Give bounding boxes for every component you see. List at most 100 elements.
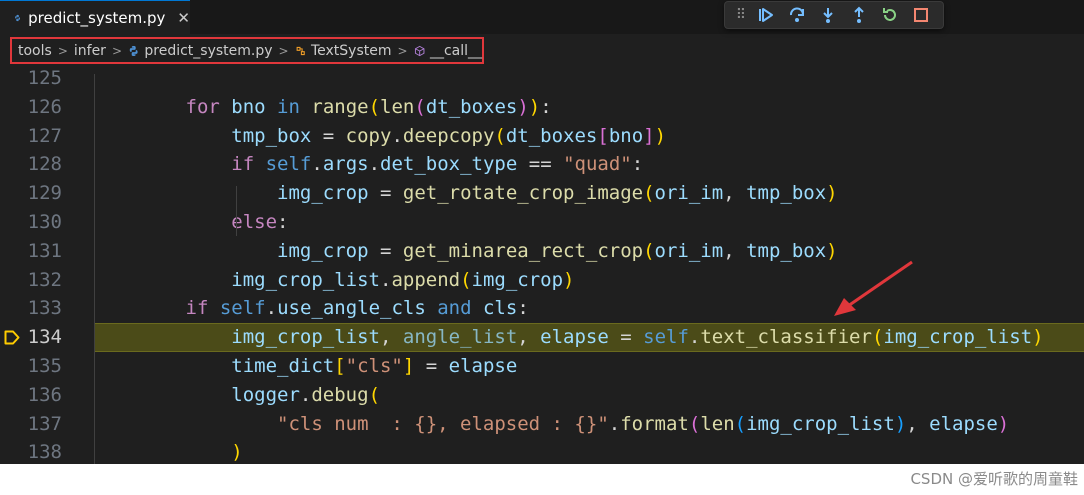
code-line[interactable]: 126 for bno in range(len(dt_boxes)):: [0, 93, 1084, 122]
chevron-right-icon: >: [278, 43, 289, 58]
breadcrumb-item-file[interactable]: predict_system.py: [144, 43, 272, 59]
code-token: ,: [723, 239, 747, 262]
code-token: angle_list: [402, 326, 518, 349]
code-token: dt_boxes: [425, 95, 518, 118]
step-out-button[interactable]: [846, 3, 871, 27]
code-token: .: [688, 326, 701, 349]
code-token: len: [380, 95, 415, 118]
code-token: and: [437, 297, 483, 320]
code-token: ==: [528, 153, 564, 176]
code-token: ,: [906, 412, 930, 435]
code-token: tmp_box: [746, 182, 827, 205]
code-token: =: [379, 182, 403, 205]
step-over-button[interactable]: [784, 3, 809, 27]
line-number: 125: [27, 67, 62, 89]
code-token: for: [94, 95, 232, 118]
code-text: ): [94, 438, 242, 467]
footer-strip: CSDN @爱听歌的周童鞋: [0, 464, 1084, 495]
code-token: deepcopy: [402, 124, 495, 147]
code-token: .: [265, 297, 278, 320]
code-token: append: [391, 268, 461, 291]
code-token: get_minarea_rect_crop: [402, 239, 644, 262]
breadcrumb-item-method[interactable]: __call__: [430, 43, 482, 59]
code-token: .: [391, 124, 403, 147]
code-token: ,: [517, 326, 541, 349]
code-editor[interactable]: 125 126 for bno in range(len(dt_boxes)): 1…: [0, 64, 1084, 464]
restart-icon: [882, 8, 896, 21]
line-number: 135: [27, 355, 62, 377]
code-token: "cls num : {}, elapsed : {}": [94, 412, 609, 435]
code-line[interactable]: 137 "cls num : {}, elapsed : {}".format(…: [0, 410, 1084, 439]
code-token: elapse: [540, 326, 621, 349]
breadcrumb-item-infer[interactable]: infer: [74, 43, 106, 59]
code-token: if: [94, 153, 266, 176]
code-token: dt_boxes: [505, 124, 598, 147]
line-number: 126: [27, 95, 62, 118]
code-token: img_crop_list: [94, 268, 380, 291]
code-line[interactable]: 128 if self.args.det_box_type == "quad":: [0, 150, 1084, 179]
code-token: (: [871, 326, 884, 349]
breadcrumb-item-class[interactable]: TextSystem: [311, 43, 392, 59]
code-token: img_crop: [471, 268, 564, 291]
code-line[interactable]: 136 logger.debug(: [0, 381, 1084, 410]
code-token: .: [368, 153, 381, 176]
code-text: img_crop_list, angle_list, elapse = self…: [94, 323, 1043, 352]
debug-paused-arrow-icon[interactable]: [4, 330, 20, 345]
tab-label: predict_system.py: [28, 8, 166, 27]
breadcrumb-item-tools[interactable]: tools: [18, 43, 52, 59]
code-token: (: [688, 412, 701, 435]
code-token: (: [734, 412, 747, 435]
close-icon[interactable]: ✕: [177, 9, 190, 27]
code-token: ): [826, 182, 838, 205]
continue-icon: [758, 8, 773, 22]
code-line[interactable]: 132 img_crop_list.append(img_crop): [0, 266, 1084, 295]
code-token: (: [368, 95, 381, 118]
code-line[interactable]: 129 img_crop = get_rotate_crop_image(ori…: [0, 179, 1084, 208]
line-number: 138: [27, 441, 62, 464]
code-text: img_crop = get_minarea_rect_crop(ori_im,…: [94, 237, 838, 266]
code-token: ,: [723, 182, 747, 205]
code-token: "cls": [345, 355, 403, 377]
code-token: =: [620, 326, 644, 349]
code-line[interactable]: 135 time_dict["cls"] = elapse: [0, 352, 1084, 381]
step-into-button[interactable]: [815, 3, 840, 27]
code-token: ): [528, 95, 541, 118]
code-token: (: [460, 268, 472, 291]
step-into-icon: [822, 8, 833, 23]
drag-handle-icon[interactable]: ⠿: [733, 7, 747, 23]
step-out-icon: [853, 6, 864, 23]
code-line[interactable]: 138 ): [0, 438, 1084, 467]
chevron-right-icon: >: [57, 43, 68, 58]
code-token: get_rotate_crop_image: [402, 182, 644, 205]
code-token: img_crop_list: [883, 326, 1033, 349]
code-token: in: [277, 95, 312, 118]
code-line[interactable]: 125: [0, 64, 1084, 93]
vscode-window: predict_system.py ✕ ⠿ tools > infer > pr…: [0, 0, 1084, 495]
stop-button[interactable]: [908, 3, 933, 27]
watermark: CSDN @爱听歌的周童鞋: [910, 470, 1078, 488]
code-token: =: [379, 239, 403, 262]
continue-button[interactable]: [753, 3, 778, 27]
line-number: 134: [27, 326, 62, 349]
code-token: :: [631, 153, 644, 176]
code-token: img_crop_list: [746, 412, 895, 435]
code-line[interactable]: 133 if self.use_angle_cls and cls:: [0, 294, 1084, 323]
code-token: ori_im: [654, 239, 724, 262]
code-token: (: [368, 383, 381, 406]
code-line[interactable]: 130 else:: [0, 208, 1084, 237]
restart-button[interactable]: [877, 3, 902, 27]
tab-predict-system[interactable]: predict_system.py ✕: [0, 0, 190, 34]
code-line[interactable]: 134 img_crop_list, angle_list, elapse = …: [0, 323, 1084, 352]
line-number: 131: [27, 239, 62, 262]
debug-toolbar: ⠿: [724, 1, 944, 29]
code-line[interactable]: 131 img_crop = get_minarea_rect_crop(ori…: [0, 237, 1084, 266]
code-token: elapse: [448, 355, 518, 377]
code-token: ): [517, 95, 529, 118]
step-over-icon: [789, 7, 804, 22]
stop-icon: [913, 8, 928, 22]
code-token: tmp_box: [746, 239, 827, 262]
python-file-icon: [129, 45, 138, 56]
code-token: logger: [94, 383, 300, 406]
code-line[interactable]: 127 tmp_box = copy.deepcopy(dt_boxes[bno…: [0, 122, 1084, 151]
python-file-icon: [15, 14, 20, 21]
